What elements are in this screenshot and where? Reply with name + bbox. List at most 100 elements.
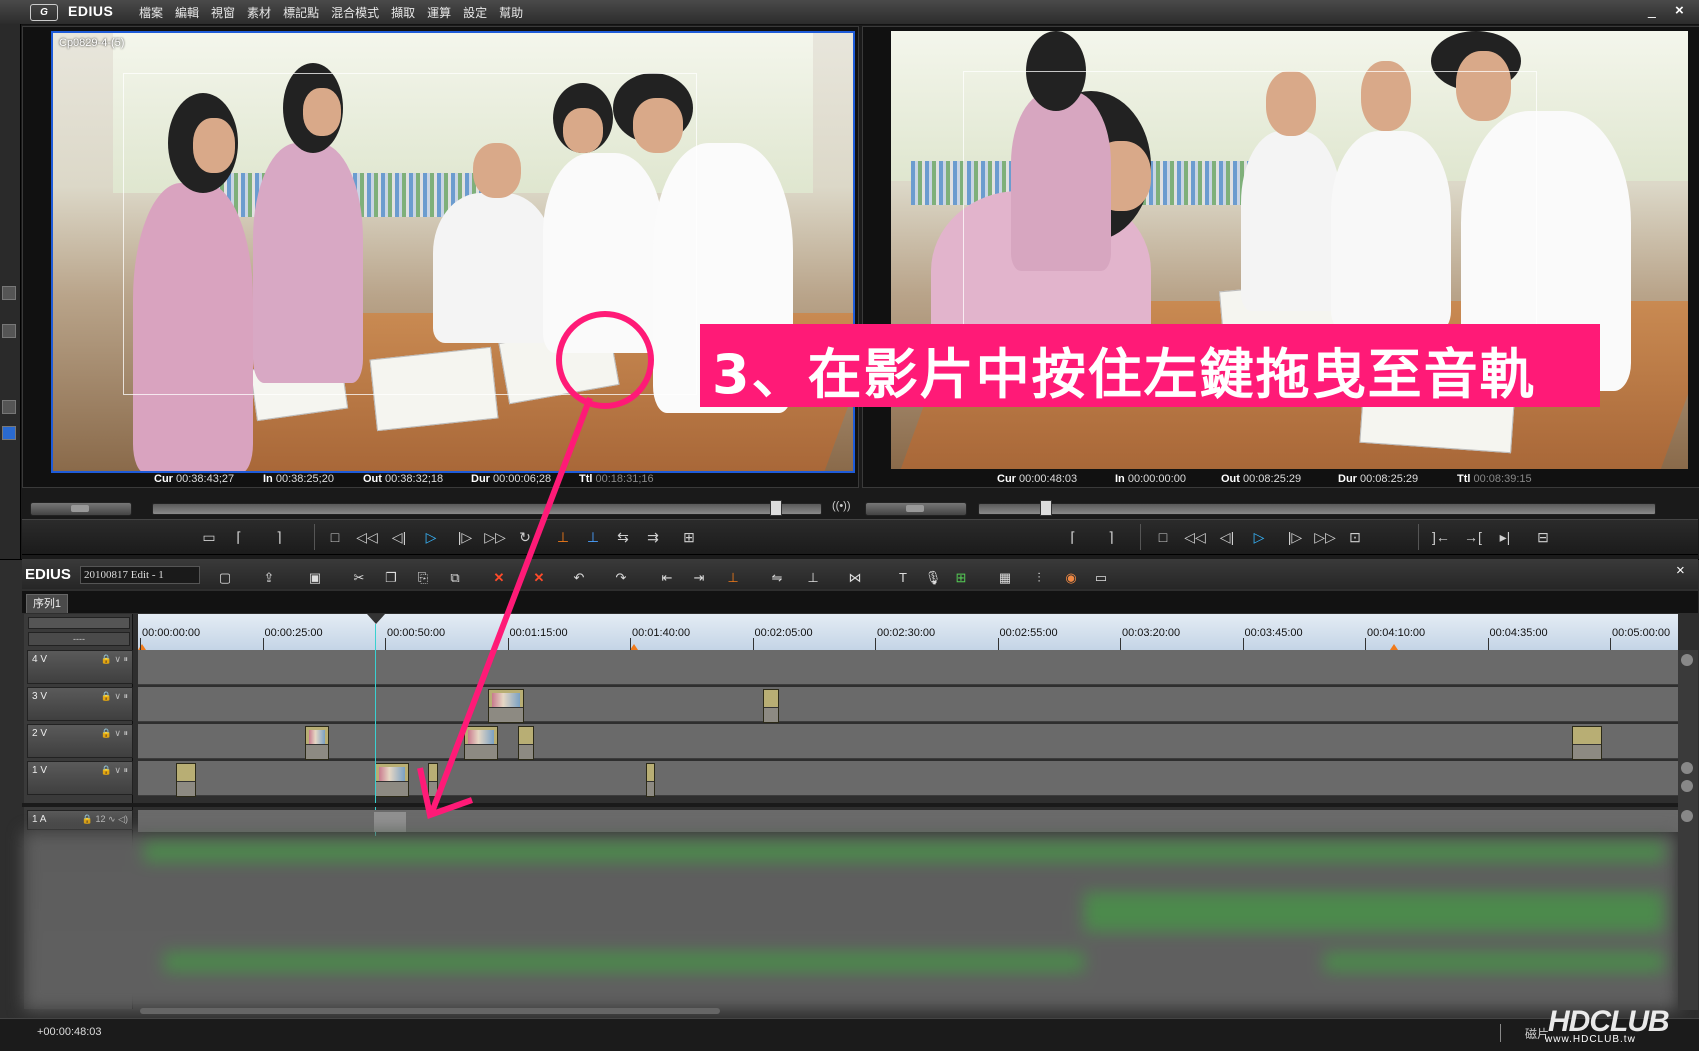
track-1v[interactable] bbox=[138, 761, 1678, 796]
player-shuttle-slider[interactable] bbox=[30, 502, 132, 516]
timeline-clip[interactable] bbox=[763, 689, 779, 723]
track-header-1v[interactable]: 1 V 🔒 ∨ ⏸ bbox=[27, 761, 133, 795]
set-out-icon[interactable]: ⌉ bbox=[268, 527, 290, 547]
transition-icon[interactable]: ⋈ bbox=[846, 569, 864, 587]
delete-icon[interactable]: ✕ bbox=[490, 569, 508, 587]
player-scrub-bar[interactable] bbox=[152, 503, 822, 515]
export-icon[interactable]: ⊟ bbox=[1532, 527, 1554, 547]
track-header-4v[interactable]: 4 V 🔒 ∨ ⏸ bbox=[27, 650, 133, 684]
project-name-field[interactable]: 20100817 Edit - 1 bbox=[80, 566, 200, 584]
timeline-clip[interactable] bbox=[464, 726, 498, 760]
playhead-handle[interactable] bbox=[367, 614, 385, 624]
rec-step-back-icon[interactable]: ◁| bbox=[1216, 527, 1238, 547]
new-sequence-icon[interactable]: ▢ bbox=[216, 569, 234, 587]
undo-icon[interactable]: ↶ bbox=[570, 569, 588, 587]
timeline-clip[interactable] bbox=[176, 763, 196, 797]
play-icon[interactable]: ▷ bbox=[420, 527, 442, 547]
timeline-clip[interactable] bbox=[305, 726, 329, 760]
track-header-3v[interactable]: 3 V 🔒 ∨ ⏸ bbox=[27, 687, 133, 721]
copy-icon[interactable]: ❐ bbox=[382, 569, 400, 587]
mixer-icon[interactable]: ⫶ bbox=[1030, 569, 1048, 587]
rec-output-icon[interactable]: ⊡ bbox=[1344, 527, 1366, 547]
dock-handle-icon[interactable] bbox=[2, 400, 16, 414]
track-header-1a[interactable]: 1 A 🔒 12 ∿ ◁) bbox=[27, 810, 133, 830]
menu-mode[interactable]: 混合模式 bbox=[325, 4, 385, 21]
tab-sequence-1[interactable]: 序列1 bbox=[26, 594, 68, 613]
timeline-clip[interactable] bbox=[375, 763, 409, 797]
replace-icon[interactable]: ⧉ bbox=[446, 569, 464, 587]
menu-view[interactable]: 視窗 bbox=[205, 4, 241, 21]
close-button[interactable]: × bbox=[1675, 2, 1684, 19]
fast-forward-icon[interactable]: ▷▷ bbox=[484, 527, 506, 547]
recorder-shuttle-slider[interactable] bbox=[865, 502, 967, 516]
redo-icon[interactable]: ↷ bbox=[612, 569, 630, 587]
timeline-clip[interactable] bbox=[1572, 726, 1602, 760]
overwrite-to-timeline-icon[interactable]: ⊥ bbox=[582, 527, 604, 547]
loop-play-icon[interactable]: ↻ bbox=[514, 527, 536, 547]
menu-capture[interactable]: 擷取 bbox=[385, 4, 421, 21]
track-1a[interactable] bbox=[138, 810, 1678, 832]
open-project-icon[interactable]: ⇪ bbox=[260, 569, 278, 587]
menu-edit[interactable]: 編輯 bbox=[169, 4, 205, 21]
timeline-horizontal-scrollbar[interactable] bbox=[140, 1008, 720, 1014]
player-scrub-thumb[interactable] bbox=[770, 500, 782, 516]
insert-mode-icon[interactable]: ▭ bbox=[198, 527, 220, 547]
timeline-clip[interactable] bbox=[646, 763, 655, 797]
next-edit-icon[interactable]: →[ bbox=[1462, 527, 1484, 547]
set-out-timeline-icon[interactable]: ⇥ bbox=[690, 569, 708, 587]
menu-marker[interactable]: 標記點 bbox=[277, 4, 325, 21]
timeline-vertical-scrollbar[interactable] bbox=[1678, 650, 1698, 1010]
output-settings-icon[interactable]: ⊞ bbox=[678, 527, 700, 547]
dock-handle-icon[interactable] bbox=[2, 324, 16, 338]
recorder-scrub-bar[interactable] bbox=[978, 503, 1656, 515]
track-4v[interactable] bbox=[138, 650, 1678, 685]
stop-icon[interactable]: □ bbox=[324, 527, 346, 547]
step-back-icon[interactable]: ◁| bbox=[388, 527, 410, 547]
match-frame-icon[interactable]: ⇆ bbox=[612, 527, 634, 547]
dock-active-icon[interactable] bbox=[2, 426, 16, 440]
snap-icon[interactable]: ⊥ bbox=[804, 569, 822, 587]
rec-set-out-icon[interactable]: ⌉ bbox=[1100, 527, 1122, 547]
rewind-icon[interactable]: ◁◁ bbox=[356, 527, 378, 547]
rec-fast-forward-icon[interactable]: ▷▷ bbox=[1314, 527, 1336, 547]
add-marker-icon[interactable]: ⊥ bbox=[724, 569, 742, 587]
trim-icon[interactable]: ▸| bbox=[1494, 527, 1516, 547]
audio-drop-target[interactable] bbox=[374, 812, 406, 832]
effect-icon[interactable]: ⊞ bbox=[952, 569, 970, 587]
render-icon[interactable]: ▭ bbox=[1092, 569, 1110, 587]
ripple-delete-icon[interactable]: ✕ bbox=[530, 569, 548, 587]
grid-icon[interactable]: ▦ bbox=[996, 569, 1014, 587]
sync-icon[interactable]: ⇉ bbox=[642, 527, 664, 547]
save-project-icon[interactable]: ▣ bbox=[306, 569, 324, 587]
insert-to-timeline-icon[interactable]: ⊥ bbox=[552, 527, 574, 547]
rec-step-forward-icon[interactable]: |▷ bbox=[1284, 527, 1306, 547]
rec-stop-icon[interactable]: □ bbox=[1152, 527, 1174, 547]
recorder-scrub-thumb[interactable] bbox=[1040, 500, 1052, 516]
timeline-zoom-slider[interactable] bbox=[28, 617, 130, 629]
rec-set-in-icon[interactable]: ⌈ bbox=[1062, 527, 1084, 547]
timeline-scale-select[interactable]: ---- bbox=[28, 632, 130, 646]
cut-icon[interactable]: ✂ bbox=[350, 569, 368, 587]
step-forward-icon[interactable]: |▷ bbox=[454, 527, 476, 547]
menu-clip[interactable]: 素材 bbox=[241, 4, 277, 21]
timeline-clip[interactable] bbox=[488, 689, 524, 723]
track-divider[interactable] bbox=[22, 803, 1698, 807]
track-3v[interactable] bbox=[138, 687, 1678, 722]
timeline-clip[interactable] bbox=[518, 726, 534, 760]
color-correction-icon[interactable]: ◉ bbox=[1062, 569, 1080, 587]
title-icon[interactable]: T bbox=[894, 569, 912, 587]
sync-lock-icon[interactable]: ⇋ bbox=[768, 569, 786, 587]
timeline-close-button[interactable]: × bbox=[1676, 562, 1685, 579]
set-in-timeline-icon[interactable]: ⇤ bbox=[658, 569, 676, 587]
menu-help[interactable]: 幫助 bbox=[493, 4, 529, 21]
rec-rewind-icon[interactable]: ◁◁ bbox=[1184, 527, 1206, 547]
prev-edit-icon[interactable]: ]← bbox=[1430, 527, 1452, 547]
track-2v[interactable] bbox=[138, 724, 1678, 759]
paste-icon[interactable]: ⎘ bbox=[414, 569, 432, 587]
menu-render[interactable]: 運算 bbox=[421, 4, 457, 21]
dock-close-icon[interactable] bbox=[2, 286, 16, 300]
voice-over-icon[interactable]: 🎙 bbox=[924, 569, 942, 587]
loop-icon[interactable]: ((•)) bbox=[832, 500, 851, 512]
rec-play-icon[interactable]: ▷ bbox=[1248, 527, 1270, 547]
set-in-icon[interactable]: ⌈ bbox=[228, 527, 250, 547]
